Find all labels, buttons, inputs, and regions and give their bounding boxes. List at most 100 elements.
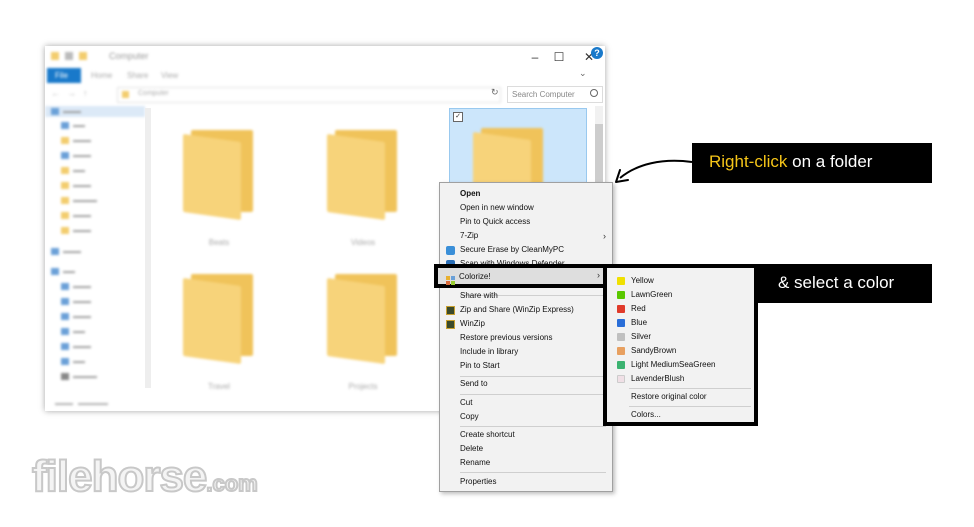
folder-icon[interactable] bbox=[327, 264, 397, 365]
refresh-icon[interactable]: ↻ bbox=[491, 87, 499, 98]
menu-item-share-with[interactable]: Share with› bbox=[440, 289, 612, 303]
quick-access-icon[interactable] bbox=[65, 52, 73, 60]
nav-item[interactable]: ▬▬▬ bbox=[51, 248, 81, 259]
nav-item[interactable]: ▬▬ bbox=[61, 328, 85, 339]
nav-item[interactable]: ▬▬▬ bbox=[61, 152, 91, 163]
chevron-right-icon: › bbox=[597, 270, 600, 280]
color-option-red[interactable]: Red bbox=[607, 302, 755, 316]
color-submenu: Yellow LawnGreen Red Blue Silver SandyBr… bbox=[603, 264, 758, 426]
menu-item-copy[interactable]: Copy bbox=[440, 410, 612, 424]
nav-item[interactable]: ▬▬ bbox=[51, 268, 75, 279]
folder-label: Beats bbox=[208, 238, 230, 247]
address-field[interactable]: Computer bbox=[117, 87, 501, 103]
folder-label: Travel bbox=[208, 382, 230, 391]
nav-item[interactable]: ▬▬▬ bbox=[61, 212, 91, 223]
menu-separator bbox=[629, 406, 751, 407]
color-option-silver[interactable]: Silver bbox=[607, 330, 755, 344]
nav-item[interactable]: ▬▬ bbox=[61, 167, 85, 178]
ribbon-tab-home[interactable]: Home bbox=[91, 71, 112, 80]
menu-separator bbox=[460, 472, 606, 473]
back-arrow-icon[interactable]: ← bbox=[51, 88, 60, 98]
lawngreen-swatch-icon bbox=[617, 291, 625, 299]
nav-item[interactable]: ▬▬ bbox=[61, 122, 85, 133]
color-option-yellow[interactable]: Yellow bbox=[607, 274, 755, 288]
nav-scrollbar[interactable] bbox=[145, 108, 151, 388]
menu-item-open-new-window[interactable]: Open in new window bbox=[440, 201, 612, 215]
callout-arrow-icon bbox=[615, 159, 693, 183]
up-arrow-icon[interactable]: ↑ bbox=[83, 88, 88, 98]
menu-separator bbox=[460, 394, 606, 395]
nav-item[interactable]: ▬▬ bbox=[61, 358, 85, 369]
nav-item[interactable]: ▬▬▬ bbox=[61, 283, 91, 294]
callout-text: on a folder bbox=[787, 152, 873, 171]
menu-item-rename[interactable]: Rename bbox=[440, 456, 612, 470]
menu-item-7zip[interactable]: 7-Zip › bbox=[440, 229, 612, 243]
menu-item-zip-and-share[interactable]: Zip and Share (WinZip Express) bbox=[440, 303, 612, 317]
menu-item-delete[interactable]: Delete bbox=[440, 442, 612, 456]
folder-icon[interactable] bbox=[183, 264, 253, 365]
ribbon-tab-file[interactable]: File bbox=[47, 68, 81, 83]
new-folder-icon[interactable] bbox=[79, 52, 87, 60]
winzip-icon bbox=[446, 306, 455, 315]
chevron-down-icon[interactable]: ⌄ bbox=[579, 68, 587, 79]
nav-item[interactable]: ▬▬▬▬ bbox=[61, 197, 97, 208]
maximize-icon[interactable]: ☐ bbox=[549, 50, 569, 64]
menu-item-send-to[interactable]: Send to› bbox=[440, 377, 612, 391]
cleanmypc-icon bbox=[446, 246, 455, 255]
menu-item-create-shortcut[interactable]: Create shortcut bbox=[440, 428, 612, 442]
winzip-icon bbox=[446, 320, 455, 329]
menu-separator bbox=[460, 426, 606, 427]
scrollbar-thumb[interactable] bbox=[595, 124, 603, 184]
menu-item-secure-erase[interactable]: Secure Erase by CleanMyPC bbox=[440, 243, 612, 257]
forward-arrow-icon[interactable]: → bbox=[67, 88, 76, 98]
search-icon bbox=[590, 89, 598, 97]
color-option-lawngreen[interactable]: LawnGreen bbox=[607, 288, 755, 302]
folder-icon[interactable] bbox=[327, 120, 397, 221]
blue-swatch-icon bbox=[617, 319, 625, 327]
colors-dialog-option[interactable]: Colors... bbox=[607, 408, 755, 422]
folder-label: Videos bbox=[350, 238, 376, 247]
menu-item-restore-versions[interactable]: Restore previous versions bbox=[440, 331, 612, 345]
color-option-sandybrown[interactable]: SandyBrown bbox=[607, 344, 755, 358]
callout-accent-text: Right-click bbox=[709, 152, 788, 171]
nav-item[interactable]: ▬▬▬ bbox=[61, 343, 91, 354]
ribbon-tab-view[interactable]: View bbox=[161, 71, 178, 80]
red-swatch-icon bbox=[617, 305, 625, 313]
restore-original-color[interactable]: Restore original color bbox=[607, 390, 755, 404]
title-bar: Computer bbox=[45, 46, 605, 68]
nav-item[interactable]: ▬▬▬ bbox=[61, 313, 91, 324]
computer-icon bbox=[122, 91, 129, 98]
menu-item-include-library[interactable]: Include in library› bbox=[440, 345, 612, 359]
color-option-mediumseagreen[interactable]: Light MediumSeaGreen bbox=[607, 358, 755, 372]
menu-item-properties[interactable]: Properties bbox=[440, 475, 612, 489]
nav-item[interactable]: ▬▬▬▬ bbox=[61, 373, 97, 384]
lavenderblush-swatch-icon bbox=[617, 375, 625, 383]
nav-item[interactable]: ▬▬▬ bbox=[61, 182, 91, 193]
mediumseagreen-swatch-icon bbox=[617, 361, 625, 369]
colorize-label: Colorize! bbox=[459, 272, 491, 281]
nav-item[interactable]: ▬▬▬ bbox=[51, 108, 81, 119]
menu-item-pin-start[interactable]: Pin to Start bbox=[440, 359, 612, 373]
nav-item[interactable]: ▬▬▬ bbox=[61, 137, 91, 148]
menu-item-cut[interactable]: Cut bbox=[440, 396, 612, 410]
ribbon: File Home Share View bbox=[45, 68, 605, 84]
nav-item[interactable]: ▬▬▬ bbox=[61, 227, 91, 238]
checkbox-icon[interactable]: ✓ bbox=[453, 112, 463, 122]
search-input[interactable]: Search Computer bbox=[507, 86, 603, 103]
yellow-swatch-icon bbox=[617, 277, 625, 285]
help-icon[interactable]: ? bbox=[591, 47, 603, 59]
menu-item-pin-quick-access[interactable]: Pin to Quick access bbox=[440, 215, 612, 229]
minimize-icon[interactable]: – bbox=[525, 50, 545, 64]
silver-swatch-icon bbox=[617, 333, 625, 341]
menu-item-winzip[interactable]: WinZip› bbox=[440, 317, 612, 331]
nav-item[interactable]: ▬▬▬ bbox=[61, 298, 91, 309]
color-option-blue[interactable]: Blue bbox=[607, 316, 755, 330]
ribbon-tab-share[interactable]: Share bbox=[127, 71, 148, 80]
window-title: Computer bbox=[109, 51, 149, 61]
folder-icon bbox=[51, 52, 59, 60]
menu-separator bbox=[629, 388, 751, 389]
callout-right-click: Right-click on a folder bbox=[692, 143, 932, 183]
color-option-lavenderblush[interactable]: LavenderBlush bbox=[607, 372, 755, 386]
menu-item-open[interactable]: Open bbox=[440, 187, 612, 201]
folder-icon[interactable] bbox=[183, 120, 253, 221]
